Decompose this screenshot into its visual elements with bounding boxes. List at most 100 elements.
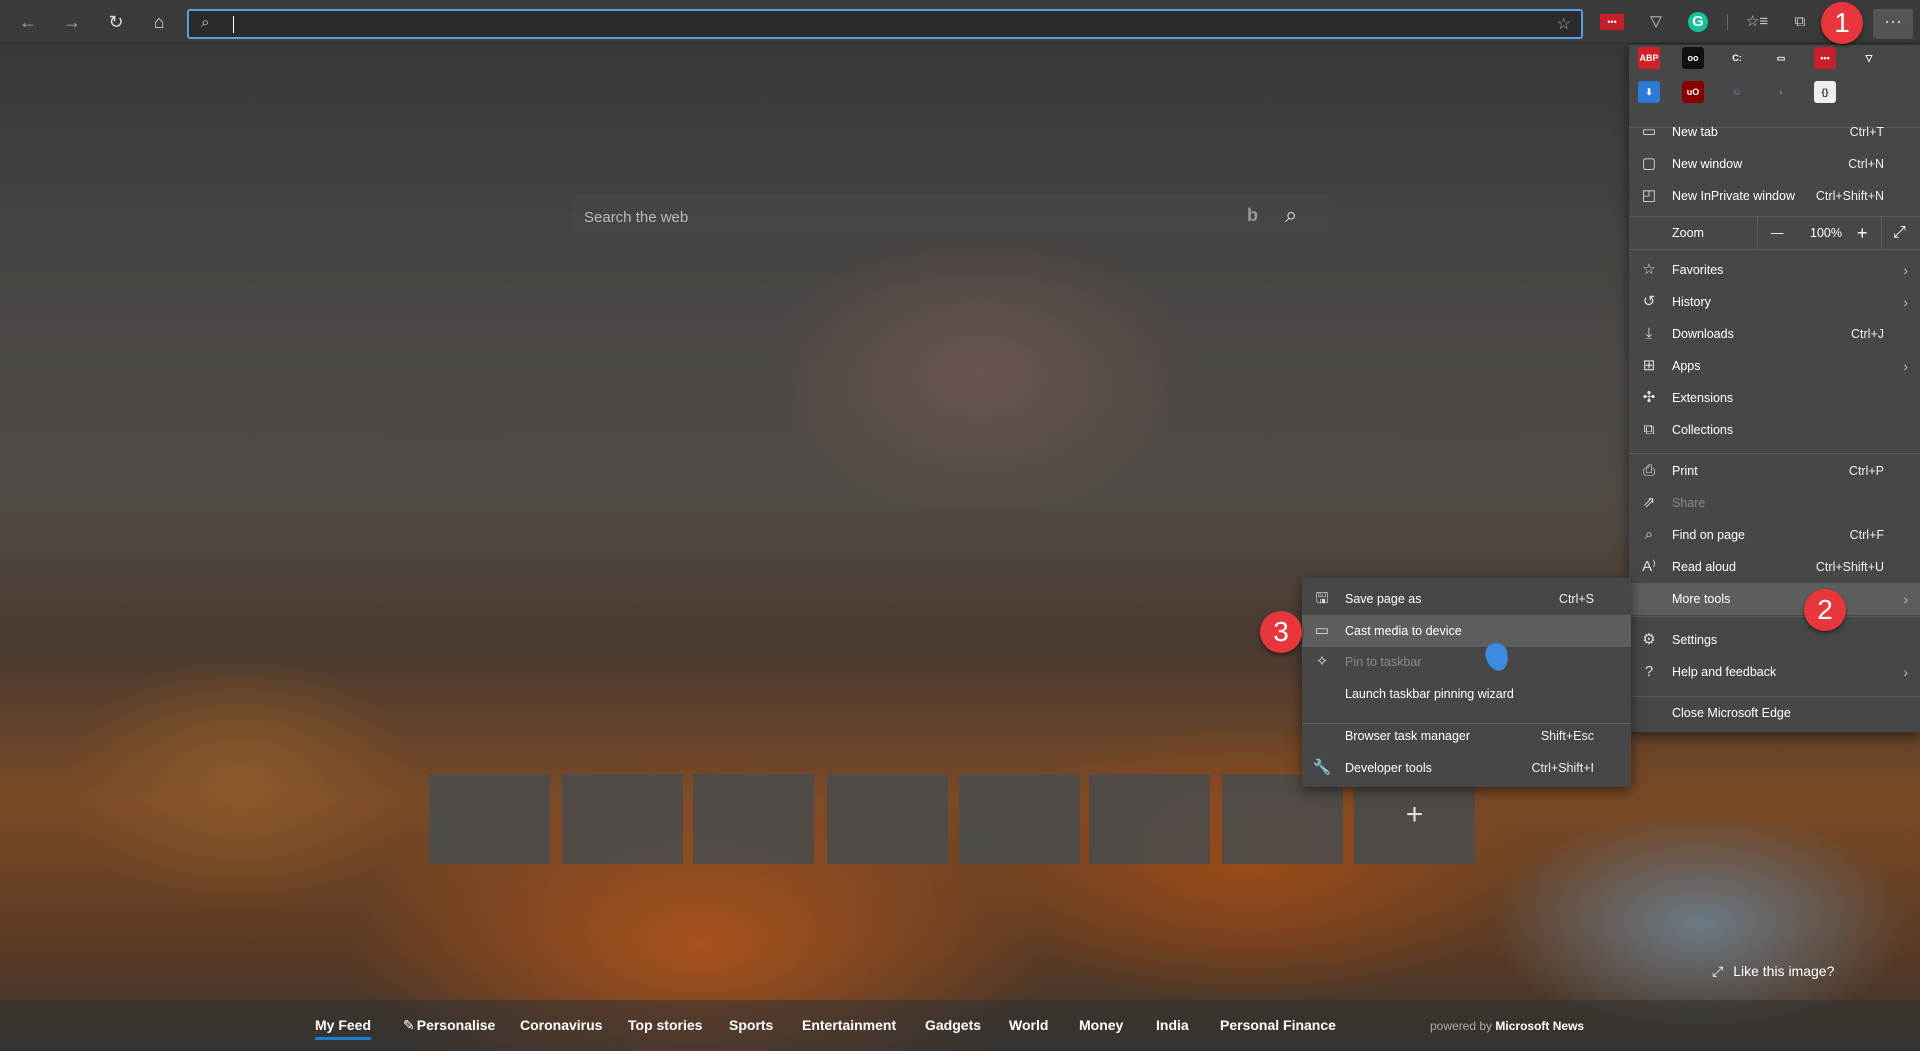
feed-tab-sports[interactable]: Sports xyxy=(729,1017,773,1033)
lastpass-icon[interactable]: ••• xyxy=(1814,47,1836,69)
search-icon: ⌕ xyxy=(201,14,210,31)
top-site-tile[interactable] xyxy=(693,774,814,864)
inprivate-icon: ◰ xyxy=(1641,187,1657,204)
menu-item-new-window[interactable]: ▢ New window Ctrl+N xyxy=(1629,148,1920,180)
back-button[interactable]: ← xyxy=(14,8,42,36)
like-image-label: Like this image? xyxy=(1733,963,1835,979)
bing-icon: b xyxy=(1247,205,1258,225)
search-input[interactable] xyxy=(584,195,1224,239)
menu-item-new-inprivate-window[interactable]: ◰ New InPrivate window Ctrl+Shift+N xyxy=(1629,180,1920,212)
menu-item-label: Settings xyxy=(1672,633,1718,647)
print-icon: ⎙ xyxy=(1642,462,1655,479)
microsoft-news-brand[interactable]: Microsoft News xyxy=(1495,1019,1584,1033)
puzzle-icon: ✣ xyxy=(1642,389,1656,406)
home-button[interactable]: ⌂ xyxy=(145,8,173,36)
menu-item-history[interactable]: ↺ History › xyxy=(1629,286,1920,318)
zoom-row: Zoom — 100% + ⤢ xyxy=(1629,217,1920,249)
zoom-label: Zoom xyxy=(1672,226,1704,240)
ghostery-icon[interactable]: ☺ xyxy=(1726,81,1748,103)
menu-item-downloads[interactable]: ⤓ Downloads Ctrl+J xyxy=(1629,318,1920,350)
menu-item-launch-taskbar-pinning-wizard[interactable]: Launch taskbar pinning wizard xyxy=(1302,678,1631,710)
like-this-image[interactable]: ⤢ Like this image? xyxy=(1712,963,1834,980)
menu-item-label: Print xyxy=(1672,464,1698,478)
arrow-ext-icon[interactable]: › xyxy=(1770,81,1792,103)
menu-item-find-on-page[interactable]: ⌕ Find on page Ctrl+F xyxy=(1629,519,1920,551)
feed-tab-coronavirus[interactable]: Coronavirus xyxy=(520,1017,602,1033)
text-caret xyxy=(233,16,234,33)
fullscreen-icon[interactable]: ⤢ xyxy=(1893,217,1906,249)
favorite-star-icon[interactable]: ☆ xyxy=(1557,14,1571,34)
menu-item-label: Read aloud xyxy=(1672,560,1736,574)
settings-and-more-button[interactable]: ··· xyxy=(1873,9,1913,39)
add-site-tile[interactable]: + xyxy=(1354,774,1475,864)
feed-tab-personalise[interactable]: ✎ Personalise xyxy=(403,1017,495,1034)
menu-item-cast-media-to-device[interactable]: ▭ Cast media to device xyxy=(1302,615,1631,647)
menu-item-help-and-feedback[interactable]: ? Help and feedback › xyxy=(1629,656,1920,688)
shortcut-label: Ctrl+T xyxy=(1849,125,1884,139)
menu-item-apps[interactable]: ⊞ Apps › xyxy=(1629,350,1920,382)
menu-item-collections[interactable]: ⧉ Collections xyxy=(1629,414,1920,446)
menu-item-print[interactable]: ⎙ Print Ctrl+P xyxy=(1629,455,1920,487)
lastpass-icon[interactable]: ••• xyxy=(1600,14,1624,30)
new-tab-icon: ▭ xyxy=(1641,123,1657,140)
shortcut-label: Shift+Esc xyxy=(1540,729,1594,743)
zoom-out-button[interactable]: — xyxy=(1771,217,1784,249)
zoom-in-button[interactable]: + xyxy=(1857,217,1868,249)
address-bar[interactable]: ⌕ ☆ xyxy=(187,9,1583,39)
grammarly-icon[interactable]: G xyxy=(1688,12,1708,32)
menu-item-label: Downloads xyxy=(1672,327,1734,341)
feed-tab-top-stories[interactable]: Top stories xyxy=(628,1017,702,1033)
forward-button[interactable]: → xyxy=(58,8,86,36)
devtools-icon: 🔧 xyxy=(1312,759,1332,776)
feed-tab-my-feed[interactable]: My Feed xyxy=(315,1017,372,1040)
favorites-icon[interactable]: ☆≡ xyxy=(1745,10,1769,34)
menu-item-browser-task-manager[interactable]: Browser task manager Shift+Esc xyxy=(1302,720,1631,752)
ublock-origin-icon[interactable]: uO xyxy=(1682,81,1704,103)
feed-tab-label: Personal Finance xyxy=(1220,1017,1336,1033)
shortcut-label: Ctrl+F xyxy=(1849,528,1884,542)
top-site-tile[interactable] xyxy=(959,774,1080,864)
json-viewer-icon[interactable]: {} xyxy=(1814,81,1836,103)
adblock-plus-icon[interactable]: ABP xyxy=(1638,47,1660,69)
menu-item-label: Cast media to device xyxy=(1345,624,1462,638)
more-tools-submenu: 🖫 Save page as Ctrl+S ▭ Cast media to device… xyxy=(1302,578,1631,787)
menu-item-close-microsoft-edge[interactable]: Close Microsoft Edge xyxy=(1629,697,1920,729)
cast-icon: ▭ xyxy=(1314,622,1330,639)
chevron-right-icon: › xyxy=(1903,664,1908,680)
history-icon: ↺ xyxy=(1642,293,1656,310)
top-site-tile[interactable] xyxy=(429,774,550,864)
feed-tab-world[interactable]: World xyxy=(1009,1017,1048,1033)
top-site-tile[interactable] xyxy=(1089,774,1210,864)
feed-tab-entertainment[interactable]: Entertainment xyxy=(802,1017,896,1033)
refresh-button[interactable]: ↻ xyxy=(102,8,130,36)
settings-menu: ABP oo C: ▭ ••• ▽ ⬇ uO ☺ › {} ▭ New tab Ctrl+T ▢ New w… xyxy=(1629,45,1920,732)
feed-tab-label: Sports xyxy=(729,1017,774,1033)
shortcut-label: Ctrl+Shift+U xyxy=(1815,560,1884,574)
top-site-tile[interactable] xyxy=(827,774,948,864)
gear-icon: ⚙ xyxy=(1642,631,1656,648)
expand-icon: ⤢ xyxy=(1712,963,1724,979)
tampermonkey-icon[interactable]: oo xyxy=(1682,47,1704,69)
feed-tab-gadgets[interactable]: Gadgets xyxy=(925,1017,981,1033)
top-site-tile[interactable] xyxy=(562,774,683,864)
collections-icon[interactable]: ⧉ xyxy=(1788,10,1812,34)
menu-item-save-page-as[interactable]: 🖫 Save page as Ctrl+S xyxy=(1302,583,1631,615)
window-icon[interactable]: ▭ xyxy=(1770,47,1792,69)
menu-item-extensions[interactable]: ✣ Extensions xyxy=(1629,382,1920,414)
feed-tab-india[interactable]: India xyxy=(1156,1017,1189,1033)
feed-tab-money[interactable]: Money xyxy=(1079,1017,1123,1033)
feed-tab-personal-finance[interactable]: Personal Finance xyxy=(1220,1017,1336,1033)
menu-item-developer-tools[interactable]: 🔧 Developer tools Ctrl+Shift+I xyxy=(1302,752,1631,784)
download-ext-icon[interactable]: ⬇ xyxy=(1638,81,1660,103)
menu-item-label: Browser task manager xyxy=(1345,729,1471,743)
pocket-icon[interactable]: ▽ xyxy=(1644,10,1668,34)
top-site-tile[interactable] xyxy=(1222,774,1343,864)
menu-item-favorites[interactable]: ☆ Favorites › xyxy=(1629,254,1920,286)
menu-item-settings[interactable]: ⚙ Settings xyxy=(1629,624,1920,656)
menu-item-more-tools[interactable]: More tools › xyxy=(1629,583,1920,615)
search-submit-icon[interactable]: ⌕ xyxy=(1285,202,1297,228)
menu-item-new-tab[interactable]: ▭ New tab Ctrl+T xyxy=(1629,116,1920,148)
menu-item-read-aloud[interactable]: A⁾ Read aloud Ctrl+Shift+U xyxy=(1629,551,1920,583)
pocket-icon[interactable]: ▽ xyxy=(1858,47,1880,69)
clipper-icon[interactable]: C: xyxy=(1726,47,1748,69)
